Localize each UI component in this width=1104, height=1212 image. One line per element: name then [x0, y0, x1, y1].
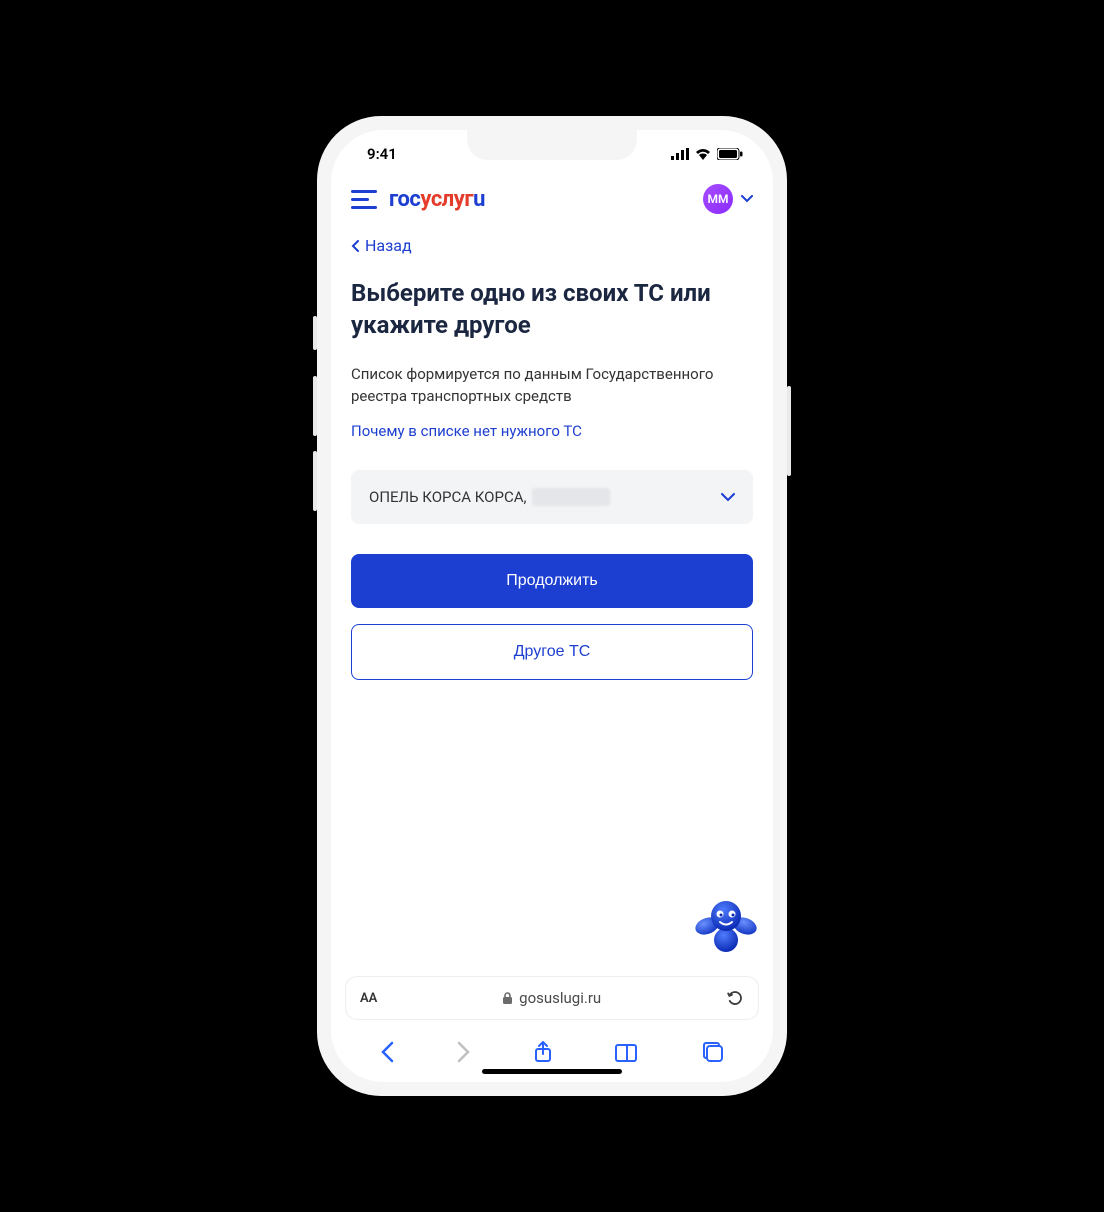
logo-part3: u [473, 187, 485, 212]
cellular-icon [671, 148, 689, 160]
logo-part1: гос [389, 187, 420, 212]
wifi-icon [695, 148, 711, 160]
avatar-initials: ММ [708, 192, 729, 206]
avatar[interactable]: ММ [703, 184, 733, 214]
phone-frame: 9:41 госуслугu ММ [317, 116, 787, 1096]
phone-notch [467, 130, 637, 160]
other-vehicle-button[interactable]: Другое ТС [351, 624, 753, 680]
reload-icon[interactable] [726, 989, 744, 1007]
phone-power-button [787, 386, 791, 476]
chevron-left-icon [351, 240, 359, 252]
chevron-down-icon [721, 493, 735, 502]
vehicle-select[interactable]: ОПЕЛЬ КОРСА КОРСА, [351, 470, 753, 524]
status-icons [671, 148, 743, 160]
menu-button[interactable] [351, 190, 377, 209]
back-link[interactable]: Назад [351, 236, 412, 255]
page-description: Список формируется по данным Государстве… [351, 364, 753, 408]
continue-button[interactable]: Продолжить [351, 554, 753, 608]
why-missing-link[interactable]: Почему в списке нет нужного ТС [351, 422, 582, 440]
page-title: Выберите одно из своих ТС или укажите др… [351, 277, 753, 342]
status-time: 9:41 [367, 145, 397, 163]
url-domain: gosuslugi.ru [519, 989, 601, 1007]
vehicle-select-redacted [532, 488, 610, 506]
back-label: Назад [365, 236, 412, 255]
browser-forward-icon [457, 1041, 471, 1063]
phone-screen: 9:41 госуслугu ММ [331, 130, 773, 1082]
vehicle-select-prefix: ОПЕЛЬ КОРСА КОРСА, [369, 488, 526, 506]
tabs-icon[interactable] [702, 1041, 724, 1063]
battery-icon [717, 148, 743, 160]
lock-icon [502, 992, 513, 1005]
logo[interactable]: госуслугu [389, 187, 485, 212]
app-header: госуслугu ММ [331, 178, 773, 224]
phone-mute-switch [313, 316, 317, 350]
url-display[interactable]: gosuslugi.ru [502, 989, 601, 1007]
phone-volume-down [313, 451, 317, 511]
home-indicator[interactable] [482, 1069, 622, 1074]
browser-url-bar[interactable]: AA gosuslugi.ru [345, 976, 759, 1020]
assistant-bot-icon[interactable] [695, 896, 757, 958]
phone-volume-up [313, 376, 317, 436]
logo-part2: услуг [420, 187, 473, 212]
header-right[interactable]: ММ [703, 184, 753, 214]
vehicle-select-value: ОПЕЛЬ КОРСА КОРСА, [369, 488, 610, 506]
text-size-button[interactable]: AA [360, 991, 377, 1006]
chevron-down-icon [741, 195, 753, 203]
browser-back-icon[interactable] [380, 1041, 394, 1063]
bookmarks-icon[interactable] [615, 1042, 639, 1062]
share-icon[interactable] [533, 1040, 553, 1064]
content-area: Назад Выберите одно из своих ТС или укаж… [331, 224, 773, 968]
header-left: госуслугu [351, 187, 485, 212]
